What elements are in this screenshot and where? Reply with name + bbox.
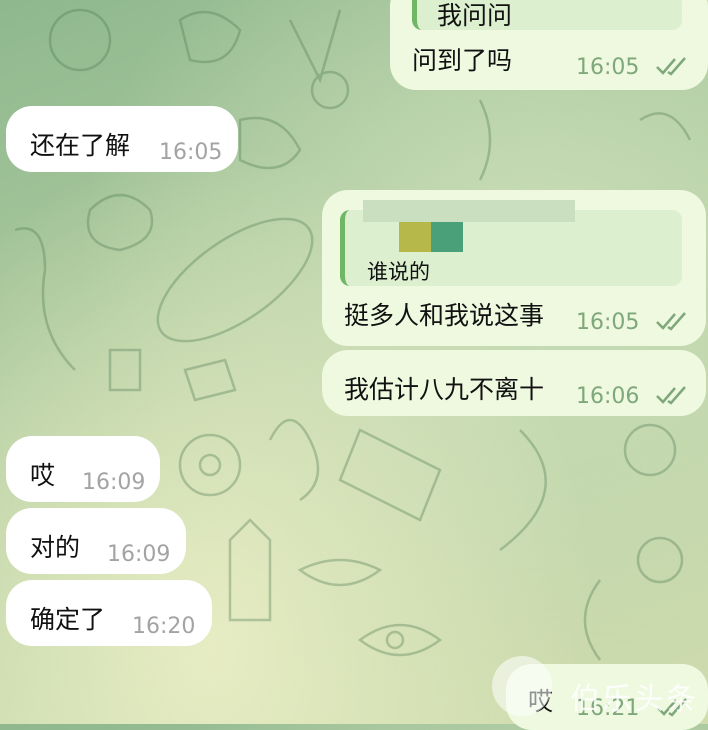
censored-green-block	[431, 222, 463, 252]
read-double-check-icon	[656, 312, 686, 331]
message-time: 16:09	[107, 542, 171, 567]
read-double-check-icon	[656, 57, 686, 76]
watermark-logo-icon	[492, 656, 552, 716]
message-text: 对的	[30, 533, 81, 562]
read-double-check-icon	[656, 386, 686, 405]
reply-quote[interactable]: 谁说的	[340, 200, 682, 286]
message-text: 还在了解	[30, 131, 131, 160]
reply-quote[interactable]: 我问问	[412, 0, 682, 30]
censored-yellow-block	[399, 222, 431, 252]
message-bubble-incoming[interactable]: 对的 16:09	[6, 508, 186, 574]
message-text: 哎	[30, 461, 56, 490]
message-time: 16:05	[576, 55, 640, 80]
censored-name-block	[363, 200, 575, 222]
message-time: 16:09	[82, 470, 146, 495]
message-time: 16:05	[576, 310, 640, 335]
message-bubble-outgoing[interactable]: 我问问 问到了吗 16:05	[390, 0, 708, 90]
message-text: 确定了	[30, 605, 106, 634]
reply-quote-text: 我问问	[437, 1, 513, 30]
message-text: 我估计八九不离十	[344, 375, 545, 404]
message-text: 挺多人和我说这事	[344, 301, 545, 330]
message-time: 16:20	[132, 614, 196, 639]
message-bubble-incoming[interactable]: 还在了解 16:05	[6, 106, 238, 172]
message-text: 问到了吗	[412, 46, 513, 75]
message-time: 16:06	[576, 384, 640, 409]
message-bubble-incoming[interactable]: 哎 16:09	[6, 436, 160, 502]
reply-quote-text: 谁说的	[367, 260, 430, 284]
message-time: 16:05	[159, 140, 223, 165]
message-bubble-incoming[interactable]: 确定了 16:20	[6, 580, 212, 646]
message-bubble-outgoing[interactable]: 我估计八九不离十 16:06	[322, 350, 706, 416]
watermark-text: 伯乐头条	[570, 682, 698, 717]
message-bubble-outgoing[interactable]: 谁说的 挺多人和我说这事 16:05	[322, 190, 706, 346]
